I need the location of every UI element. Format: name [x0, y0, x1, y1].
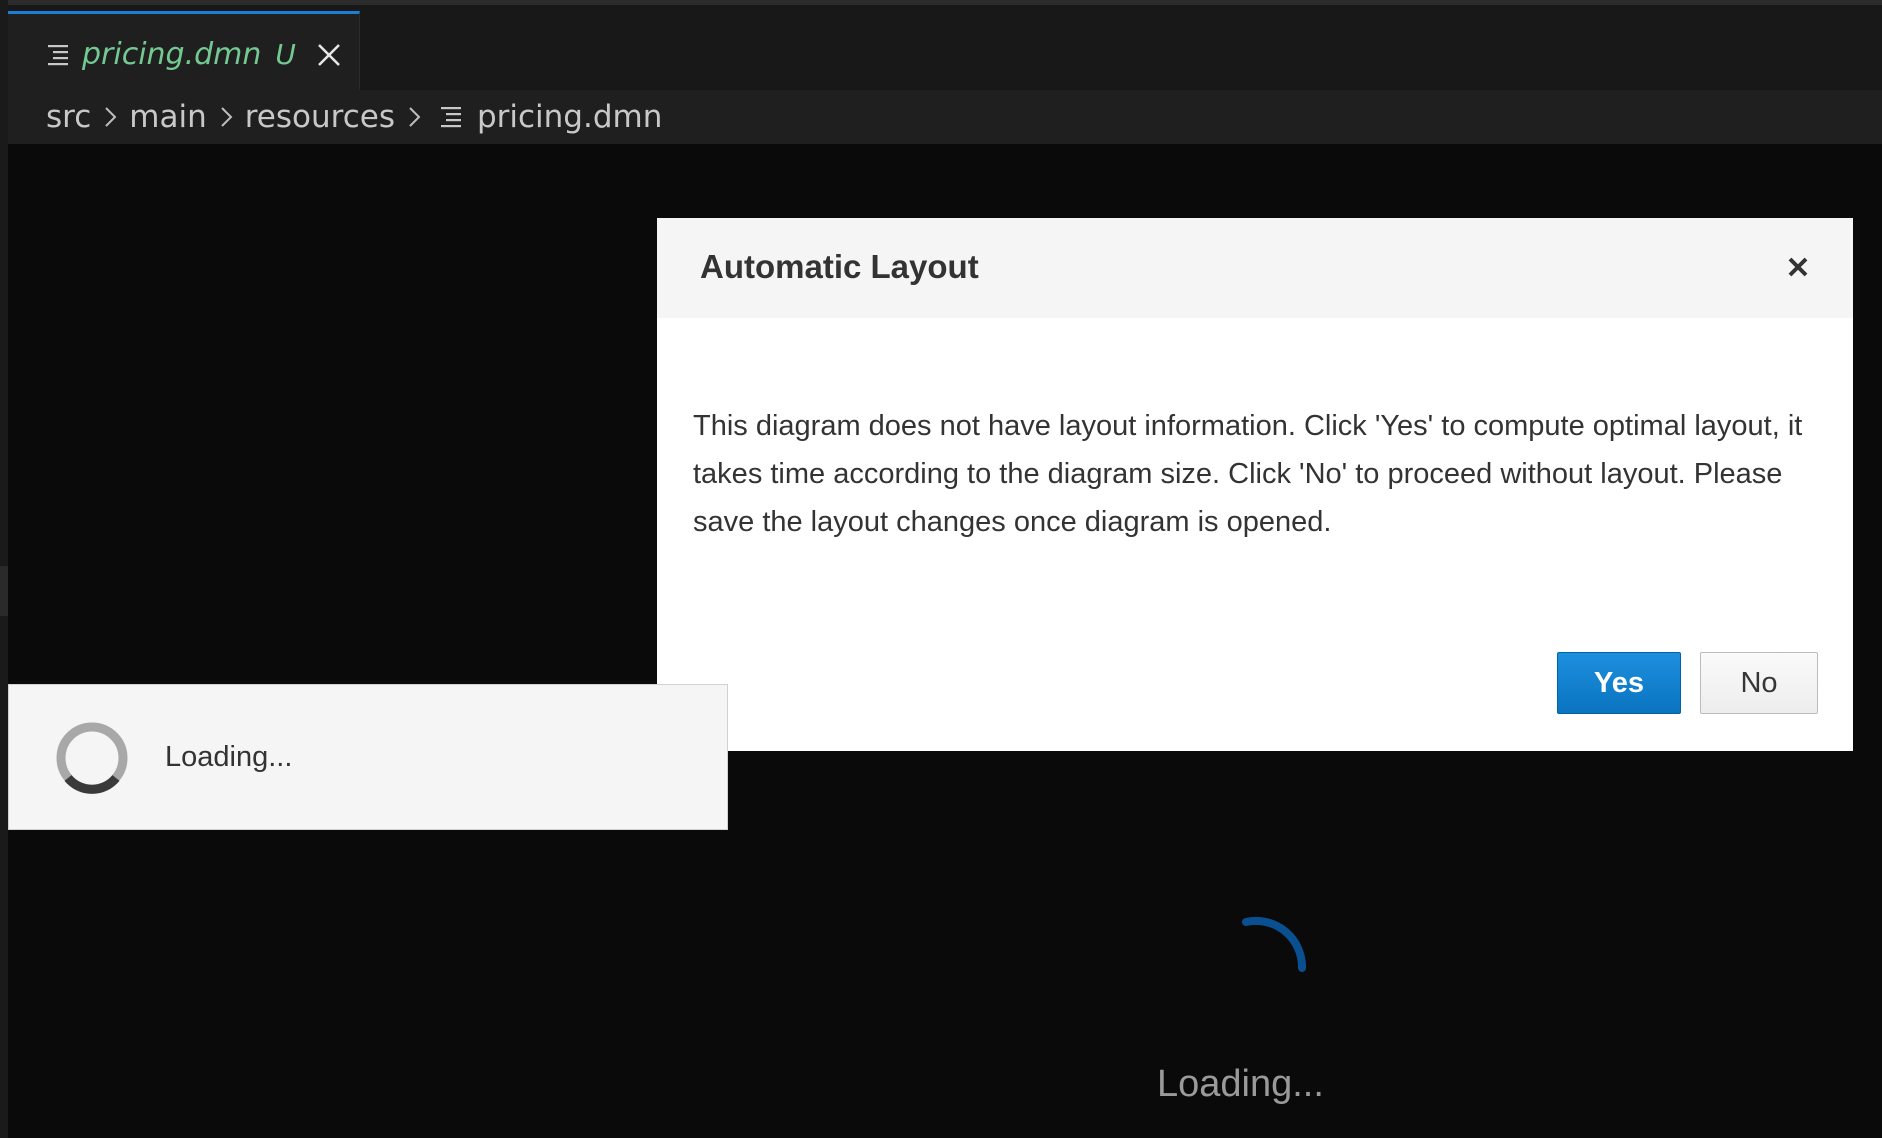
- tab-label: pricing.dmn: [82, 37, 262, 72]
- dialog-title: Automatic Layout: [700, 248, 979, 285]
- breadcrumb-main[interactable]: main: [129, 99, 206, 135]
- chevron-right-icon: [409, 107, 421, 127]
- breadcrumb-file[interactable]: pricing.dmn: [477, 99, 662, 135]
- tab-bar: pricing.dmn U: [0, 0, 1882, 95]
- breadcrumb-src[interactable]: src: [46, 99, 91, 135]
- file-lines-icon: [440, 107, 461, 128]
- file-lines-icon: [48, 44, 68, 65]
- close-icon[interactable]: [316, 42, 342, 68]
- breadcrumb-resources[interactable]: resources: [245, 99, 395, 135]
- chevron-right-icon: [105, 107, 117, 127]
- spinner-icon: [56, 722, 128, 794]
- editor-loading-text: Loading...: [1157, 1063, 1324, 1105]
- untracked-badge: U: [275, 38, 296, 71]
- loading-popup: Loading...: [8, 684, 728, 830]
- no-button[interactable]: No: [1700, 652, 1818, 714]
- editor-window: pricing.dmn U src main resources pricing…: [0, 0, 1882, 1138]
- spinner-icon: [1242, 916, 1307, 972]
- tab-pricing-dmn[interactable]: pricing.dmn U: [8, 11, 360, 95]
- dialog-message: This diagram does not have layout inform…: [693, 410, 1803, 538]
- dialog-header: Automatic Layout: [657, 218, 1853, 318]
- chevron-right-icon: [221, 107, 233, 127]
- automatic-layout-dialog: Automatic Layout This diagram does not h…: [657, 218, 1853, 751]
- sash-handle[interactable]: [0, 566, 8, 616]
- loading-text: Loading...: [165, 741, 293, 773]
- close-icon[interactable]: [1785, 254, 1811, 280]
- breadcrumb: src main resources pricing.dmn: [8, 90, 1882, 144]
- yes-button[interactable]: Yes: [1557, 652, 1681, 714]
